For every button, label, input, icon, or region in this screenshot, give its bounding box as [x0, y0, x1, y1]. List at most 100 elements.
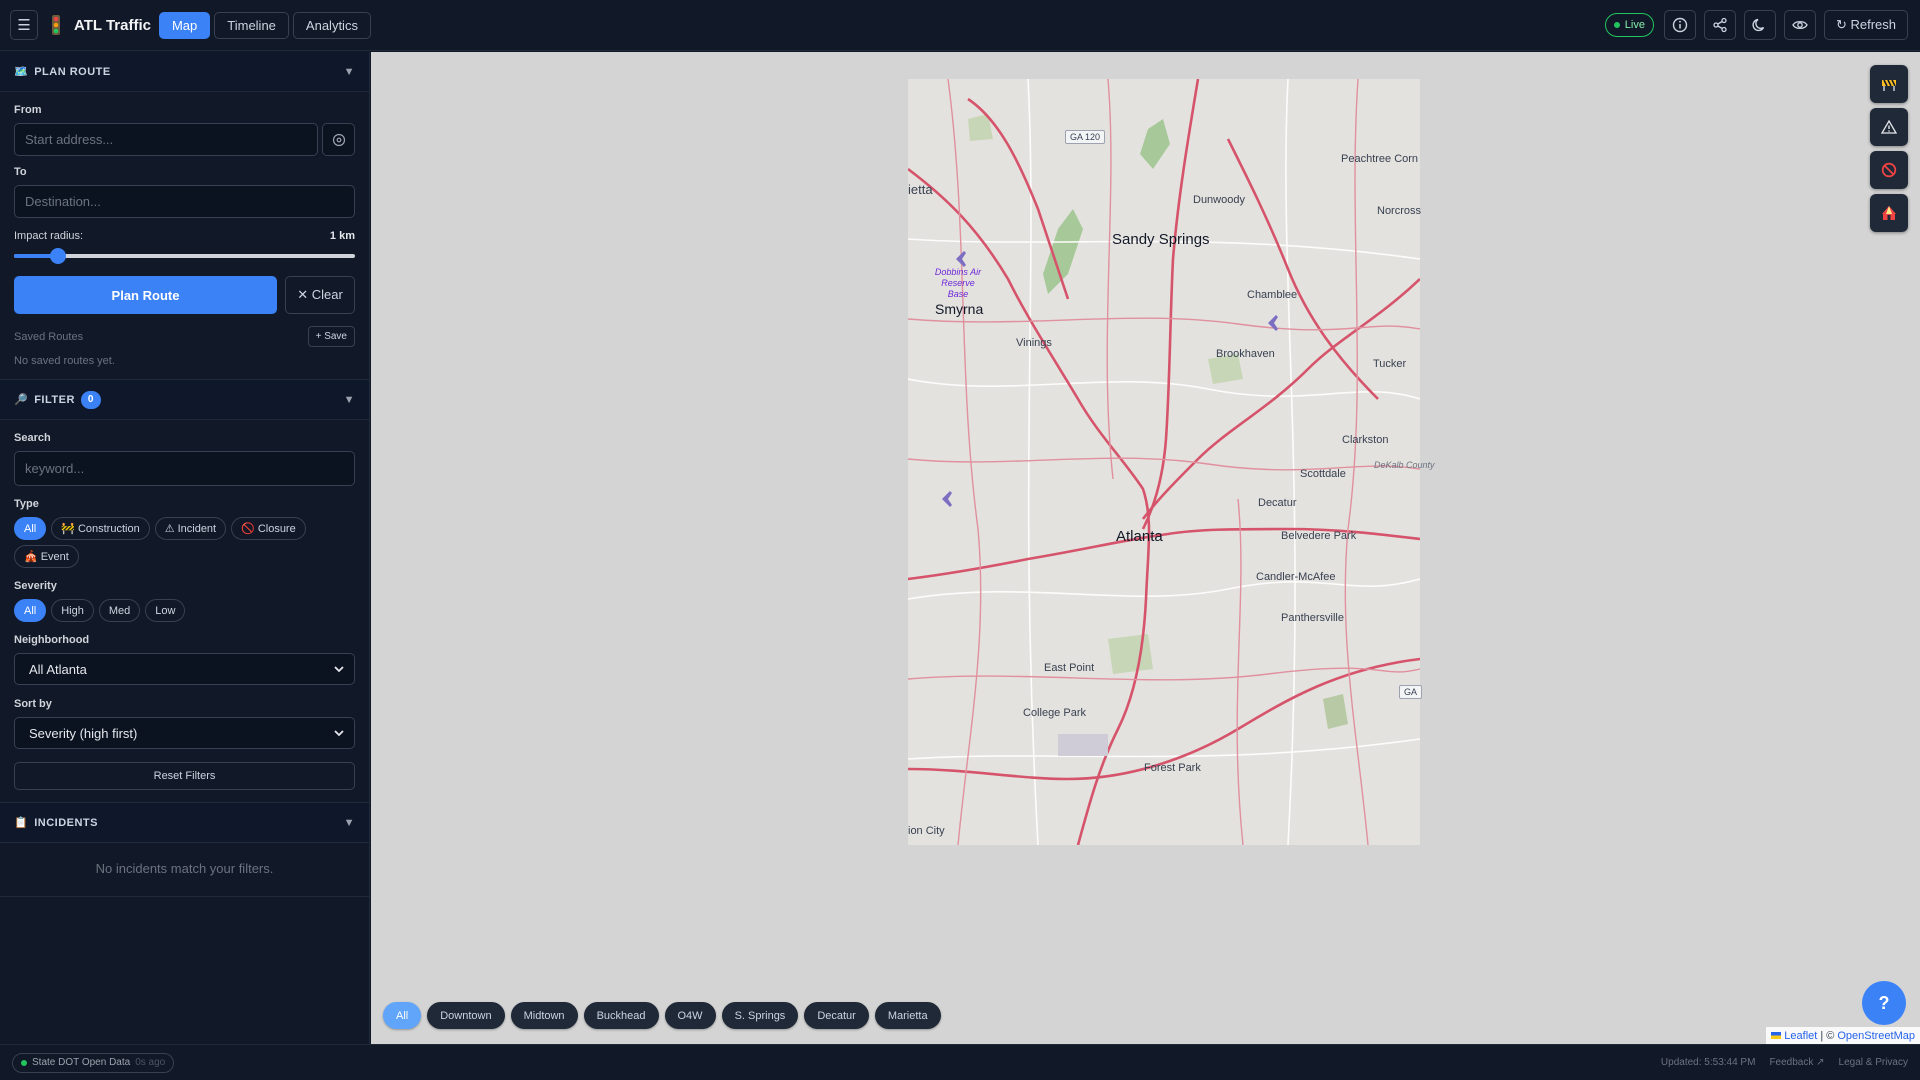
type-label: Type	[14, 498, 39, 510]
type-chip-label: All	[24, 522, 37, 535]
pill-buckhead[interactable]: Buckhead	[583, 1002, 659, 1029]
tab-map[interactable]: Map	[158, 11, 211, 39]
map-label-norcross: Norcross	[1377, 205, 1422, 217]
info-button[interactable]	[1663, 10, 1696, 40]
circus-tent-icon: 🎪	[24, 551, 38, 563]
type-chip-incident[interactable]: ⚠ Incident	[154, 517, 227, 540]
sort-value: Severity (high first)	[29, 725, 138, 741]
layer-incident-button[interactable]	[1870, 108, 1908, 146]
map-label-tucker: Tucker	[1373, 358, 1407, 370]
legal-link[interactable]: Legal & Privacy	[1839, 1057, 1908, 1068]
map-label-ga: GA	[1399, 685, 1423, 699]
plan-route-button[interactable]: Plan Route	[14, 276, 277, 314]
osm-link[interactable]: OpenStreetMap	[1837, 1030, 1915, 1042]
type-chip-event[interactable]: 🎪 Event	[14, 545, 79, 568]
map-label-dekalb: DeKalb County	[1374, 460, 1435, 470]
incidents-header[interactable]: 📋 INCIDENTS ▼	[0, 803, 369, 843]
chevron-down-icon[interactable]: ▼	[344, 394, 355, 406]
search-input[interactable]	[14, 451, 355, 486]
ukraine-flag-icon	[1771, 1032, 1782, 1039]
map-label-union-city: ion City	[908, 825, 945, 837]
from-input[interactable]	[14, 123, 318, 156]
neighborhood-label: Neighborhood	[14, 634, 90, 646]
from-label: From	[14, 104, 42, 116]
reset-filters-button[interactable]: Reset Filters	[14, 762, 355, 790]
map-label-decatur: Decatur	[1258, 497, 1297, 509]
severity-chip-low[interactable]: Low	[145, 599, 186, 622]
live-status-badge: Live	[1604, 13, 1654, 37]
chevron-down-icon[interactable]: ▼	[344, 66, 355, 78]
incidents-title: INCIDENTS	[34, 816, 98, 829]
slider-thumb[interactable]	[50, 248, 67, 264]
tab-analytics[interactable]: Analytics	[292, 11, 371, 39]
map-label-marietta: ietta	[908, 182, 933, 197]
pill-downtown[interactable]: Downtown	[427, 1002, 505, 1029]
status-dot	[21, 1059, 27, 1066]
neighborhood-pills: All Downtown Midtown Buckhead O4W S. Spr…	[383, 1002, 941, 1029]
map-label-dunwoody: Dunwoody	[1193, 194, 1245, 206]
severity-chip-high[interactable]: High	[51, 599, 94, 622]
incidents-empty: No incidents match your filters.	[95, 861, 274, 876]
chevron-down-icon	[334, 666, 344, 673]
sort-select[interactable]: Severity (high first)	[14, 717, 355, 749]
map-tiles[interactable]: GA 120 GA ietta Sandy Springs Dunwoody P…	[908, 79, 1435, 845]
pill-midtown[interactable]: Midtown	[510, 1002, 578, 1029]
locate-button[interactable]	[322, 123, 355, 156]
pill-o4w[interactable]: O4W	[664, 1002, 716, 1029]
app-header: ☰ ATL Traffic Map Timeline Analytics Liv…	[0, 0, 1920, 51]
type-chip-label: Construction	[77, 522, 140, 535]
sort-label: Sort by	[14, 698, 52, 710]
neighborhood-select[interactable]: All Atlanta	[14, 653, 355, 685]
tab-timeline[interactable]: Timeline	[214, 11, 289, 39]
warning-icon: ⚠	[164, 523, 175, 535]
map-label-sandy-springs: Sandy Springs	[1112, 231, 1210, 248]
severity-chip-all[interactable]: All	[14, 599, 47, 622]
no-entry-icon	[1881, 162, 1897, 178]
map-label-panthersville: Panthersville	[1281, 612, 1344, 624]
type-chip-all[interactable]: All	[14, 517, 47, 540]
radius-label: Impact radius:	[14, 230, 84, 242]
pill-all[interactable]: All	[383, 1002, 422, 1029]
type-chip-closure[interactable]: 🚫 Closure	[231, 517, 306, 540]
map-label-dobbins: Dobbins Air Reserve Base	[934, 267, 982, 299]
leaflet-link[interactable]: Leaflet	[1784, 1030, 1817, 1042]
dark-mode-button[interactable]	[1743, 10, 1776, 40]
layer-construction-button[interactable]	[1870, 65, 1908, 103]
clear-button[interactable]: ✕ Clear	[285, 276, 355, 314]
map-area[interactable]: GA 120 GA ietta Sandy Springs Dunwoody P…	[371, 52, 1920, 1044]
chevron-down-icon[interactable]: ▼	[344, 817, 355, 829]
pill-marietta[interactable]: Marietta	[874, 1002, 941, 1029]
save-route-button[interactable]: + Save	[307, 326, 355, 347]
radius-slider[interactable]	[14, 248, 355, 264]
to-input[interactable]	[14, 185, 355, 218]
visibility-button[interactable]	[1783, 10, 1816, 40]
map-label-college-park: College Park	[1023, 707, 1086, 719]
layer-event-button[interactable]	[1870, 194, 1908, 232]
live-label: Live	[1624, 19, 1645, 31]
filter-header[interactable]: 🔎 FILTER 0 ▼	[0, 380, 369, 420]
pill-decatur[interactable]: Decatur	[804, 1002, 869, 1029]
plan-route-header[interactable]: 🗺️ PLAN ROUTE ▼	[0, 52, 369, 92]
map-label-brookhaven: Brookhaven	[1216, 348, 1275, 360]
target-icon	[332, 133, 345, 146]
feedback-link[interactable]: Feedback ↗	[1769, 1057, 1824, 1068]
pill-sandy-springs[interactable]: S. Springs	[721, 1002, 799, 1029]
sidebar: 🗺️ PLAN ROUTE ▼ From To Impact radius: 1…	[0, 52, 370, 1044]
type-chip-construction[interactable]: 🚧 Construction	[51, 517, 150, 540]
map-label-east-point: East Point	[1044, 662, 1095, 674]
map-label-smyrna: Smyrna	[935, 301, 984, 317]
severity-chip-med[interactable]: Med	[98, 599, 141, 622]
map-label-ga120: GA 120	[1065, 130, 1106, 144]
menu-icon[interactable]: ☰	[10, 10, 38, 40]
share-button[interactable]	[1703, 10, 1736, 40]
map-icon: 🗺️	[14, 66, 29, 78]
type-chip-label: Incident	[177, 522, 217, 535]
map-attribution: Leaflet | © OpenStreetMap	[1766, 1027, 1920, 1044]
eye-icon	[1792, 20, 1808, 30]
type-chip-label: Event	[40, 550, 69, 563]
help-button[interactable]: ?	[1862, 981, 1906, 1025]
layer-closure-button[interactable]	[1870, 151, 1908, 189]
magnifier-icon: 🔎	[14, 394, 29, 406]
refresh-button[interactable]: ↻ Refresh	[1823, 10, 1908, 40]
map-label-belvedere-park: Belvedere Park	[1281, 530, 1357, 542]
